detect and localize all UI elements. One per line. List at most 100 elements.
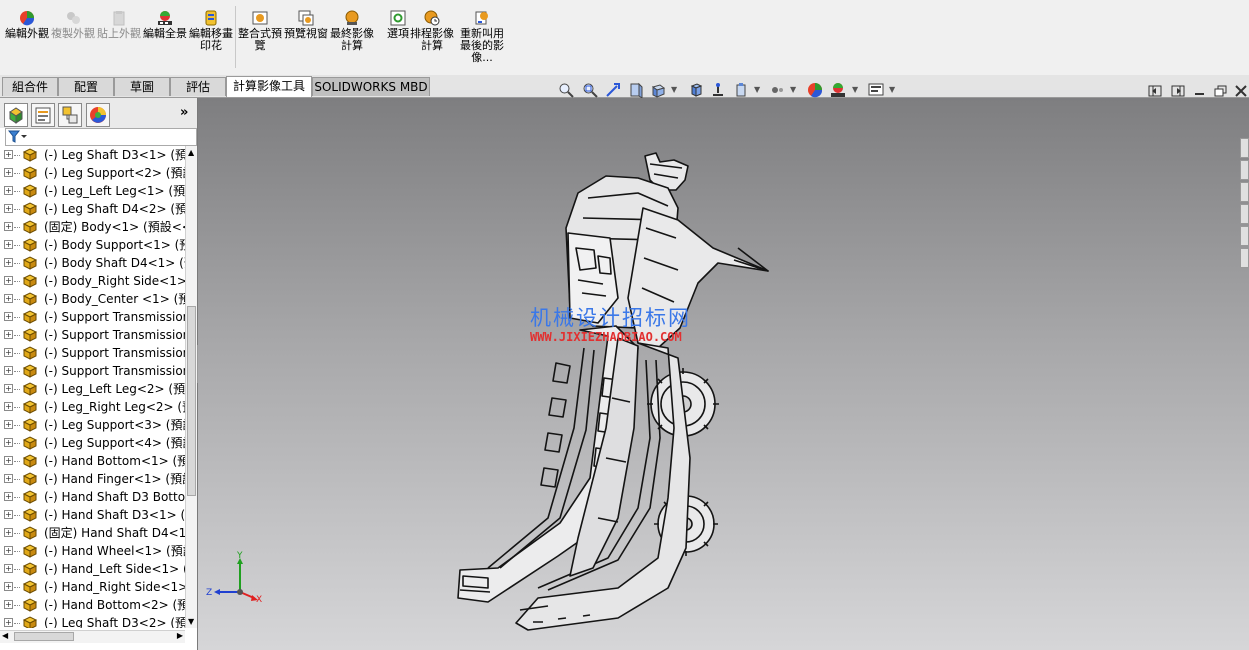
expand-toggle-icon[interactable]: + bbox=[4, 330, 13, 339]
scroll-right-arrow-icon[interactable]: ▶ bbox=[177, 631, 183, 640]
tree-item[interactable]: + (-) Leg Shaft D3<1> (預設 bbox=[0, 146, 185, 164]
display-style-icon[interactable] bbox=[688, 82, 704, 98]
expand-toggle-icon[interactable]: + bbox=[4, 618, 13, 627]
section-view-icon[interactable] bbox=[628, 82, 644, 98]
tree-item[interactable]: + (-) Body_Center <1> (預設 bbox=[0, 290, 185, 308]
tree-item[interactable]: + (-) Leg Support<4> (預設 bbox=[0, 434, 185, 452]
integrated-preview-button[interactable]: 整合式預覽 bbox=[238, 10, 282, 52]
task-pane-appearances-tab[interactable] bbox=[1240, 226, 1249, 246]
expand-toggle-icon[interactable]: + bbox=[4, 582, 13, 591]
expand-toggle-icon[interactable]: + bbox=[4, 258, 13, 267]
tab-display-manager[interactable] bbox=[86, 103, 110, 127]
tab-render-tools[interactable]: 計算影像工具 bbox=[226, 76, 312, 97]
graphics-viewport[interactable]: 机械设计招标网 WWW.JIXIEZHAOBIAO.COM Y X Z bbox=[198, 98, 1249, 650]
expand-toggle-icon[interactable]: + bbox=[4, 276, 13, 285]
tree-item[interactable]: + (-) Hand Shaft D3<1> (預 bbox=[0, 506, 185, 524]
tree-item[interactable]: + (-) Hand_Right Side<1> bbox=[0, 578, 185, 596]
expand-toggle-icon[interactable]: + bbox=[4, 564, 13, 573]
edit-scene-button[interactable]: 編輯全景 bbox=[143, 10, 187, 40]
final-render-button[interactable]: 最終影像計算 bbox=[330, 10, 374, 52]
tree-item[interactable]: + (-) Leg Support<2> (預設 bbox=[0, 164, 185, 182]
schedule-render-button[interactable]: 排程影像計算 bbox=[410, 10, 454, 52]
tree-item[interactable]: + (-) Support Transmission bbox=[0, 308, 185, 326]
recall-last-render-button[interactable]: 重新叫用最後的影像... bbox=[459, 10, 505, 64]
appearance-dropdown-icon[interactable]: ▼ bbox=[754, 85, 760, 94]
tree-item[interactable]: + (固定) Body<1> (預設<< bbox=[0, 218, 185, 236]
tree-item[interactable]: + (-) Hand Bottom<2> (預設 bbox=[0, 596, 185, 614]
tab-sketch[interactable]: 草圖 bbox=[114, 77, 170, 96]
view-orientation-dropdown-icon[interactable]: ▼ bbox=[671, 85, 677, 94]
expand-toggle-icon[interactable]: + bbox=[4, 168, 13, 177]
expand-toggle-icon[interactable]: + bbox=[4, 294, 13, 303]
tile-left-icon[interactable] bbox=[1148, 85, 1162, 97]
task-pane-file-explorer-tab[interactable] bbox=[1240, 182, 1249, 202]
expand-toggle-icon[interactable]: + bbox=[4, 456, 13, 465]
tab-solidworks-mbd[interactable]: SOLIDWORKS MBD bbox=[312, 77, 430, 96]
paste-appearance-button[interactable]: 貼上外觀 bbox=[97, 10, 141, 40]
tree-filter[interactable] bbox=[5, 128, 197, 146]
tree-item[interactable]: + (-) Leg Support<3> (預設 bbox=[0, 416, 185, 434]
tab-layout[interactable]: 配置 bbox=[58, 77, 114, 96]
edit-decal-button[interactable]: 編輯移畫印花 bbox=[189, 10, 233, 52]
restore-icon[interactable] bbox=[1214, 85, 1228, 97]
expand-toggle-icon[interactable]: + bbox=[4, 222, 13, 231]
expand-toggle-icon[interactable]: + bbox=[4, 402, 13, 411]
expand-toggle-icon[interactable]: + bbox=[4, 510, 13, 519]
scroll-down-arrow-icon[interactable]: ▼ bbox=[188, 617, 194, 626]
tree-item[interactable]: + (-) Body Shaft D4<1> (預 bbox=[0, 254, 185, 272]
edit-appearance-button[interactable]: 編輯外觀 bbox=[5, 10, 49, 40]
tree-item[interactable]: + (-) Body Support<1> (預 bbox=[0, 236, 185, 254]
tree-item[interactable]: + (-) Support Transmission bbox=[0, 344, 185, 362]
expand-toggle-icon[interactable]: + bbox=[4, 186, 13, 195]
task-pane-design-library-tab[interactable] bbox=[1240, 160, 1249, 180]
tab-evaluate[interactable]: 評估 bbox=[170, 77, 226, 96]
tree-item[interactable]: + (-) Leg Shaft D4<2> (預設 bbox=[0, 200, 185, 218]
previous-view-icon[interactable] bbox=[605, 82, 621, 98]
tree-item[interactable]: + (-) Hand Finger<1> (預設 bbox=[0, 470, 185, 488]
expand-toggle-icon[interactable]: + bbox=[4, 492, 13, 501]
tree-item[interactable]: + (-) Support Transmission bbox=[0, 362, 185, 380]
view-settings-icon[interactable] bbox=[868, 82, 884, 98]
tree-item[interactable]: + (-) Hand Bottom<1> (預設 bbox=[0, 452, 185, 470]
expand-toggle-icon[interactable]: + bbox=[4, 420, 13, 429]
robot-model-drawing[interactable] bbox=[198, 98, 1249, 650]
view-orientation-icon[interactable] bbox=[650, 82, 666, 98]
hide-show-items-icon[interactable] bbox=[710, 82, 726, 98]
tree-vertical-scrollbar[interactable]: ▲ ▼ bbox=[185, 146, 197, 628]
tree-item[interactable]: + (-) Leg_Left Leg<2> (預設 bbox=[0, 380, 185, 398]
expand-toggle-icon[interactable]: + bbox=[4, 546, 13, 555]
expand-toggle-icon[interactable]: + bbox=[4, 528, 13, 537]
appearances-icon[interactable] bbox=[807, 82, 823, 98]
realview-graphics-icon[interactable] bbox=[830, 82, 846, 98]
expand-toggle-icon[interactable]: + bbox=[4, 240, 13, 249]
expand-toggle-icon[interactable]: + bbox=[4, 150, 13, 159]
tree-item[interactable]: + (-) Leg Shaft D3<2> (預設 bbox=[0, 614, 185, 628]
more-tabs-chevron-icon[interactable]: » bbox=[180, 105, 188, 120]
scroll-left-arrow-icon[interactable]: ◀ bbox=[2, 631, 8, 640]
tab-configuration-manager[interactable] bbox=[58, 103, 82, 127]
zoom-to-area-icon[interactable] bbox=[582, 82, 598, 98]
minimize-icon[interactable] bbox=[1193, 85, 1207, 97]
expand-toggle-icon[interactable]: + bbox=[4, 204, 13, 213]
tree-item[interactable]: + (固定) Hand Shaft D4<1> bbox=[0, 524, 185, 542]
tree-item[interactable]: + (-) Hand Wheel<1> (預設 bbox=[0, 542, 185, 560]
tree-item[interactable]: + (-) Hand_Left Side<1> (預 bbox=[0, 560, 185, 578]
view-settings-dropdown-icon[interactable]: ▼ bbox=[889, 85, 895, 94]
tree-item[interactable]: + (-) Body_Right Side<1> ( bbox=[0, 272, 185, 290]
task-pane-view-palette-tab[interactable] bbox=[1240, 204, 1249, 224]
realview-dropdown-icon[interactable]: ▼ bbox=[852, 85, 858, 94]
task-pane-resources-tab[interactable] bbox=[1240, 138, 1249, 158]
edit-appearance-view-icon[interactable] bbox=[733, 82, 749, 98]
vertical-scroll-thumb[interactable] bbox=[187, 306, 196, 496]
horizontal-scroll-thumb[interactable] bbox=[14, 632, 74, 641]
tree-item[interactable]: + (-) Hand Shaft D3 Bottom bbox=[0, 488, 185, 506]
zoom-to-fit-icon[interactable] bbox=[558, 82, 574, 98]
close-icon[interactable] bbox=[1234, 85, 1248, 97]
expand-toggle-icon[interactable]: + bbox=[4, 312, 13, 321]
expand-toggle-icon[interactable]: + bbox=[4, 384, 13, 393]
expand-toggle-icon[interactable]: + bbox=[4, 438, 13, 447]
scroll-up-arrow-icon[interactable]: ▲ bbox=[188, 148, 194, 157]
tab-assembly[interactable]: 組合件 bbox=[2, 77, 58, 96]
scene-dropdown-icon[interactable]: ▼ bbox=[790, 85, 796, 94]
tree-horizontal-scrollbar[interactable]: ◀ ▶ bbox=[0, 630, 185, 643]
